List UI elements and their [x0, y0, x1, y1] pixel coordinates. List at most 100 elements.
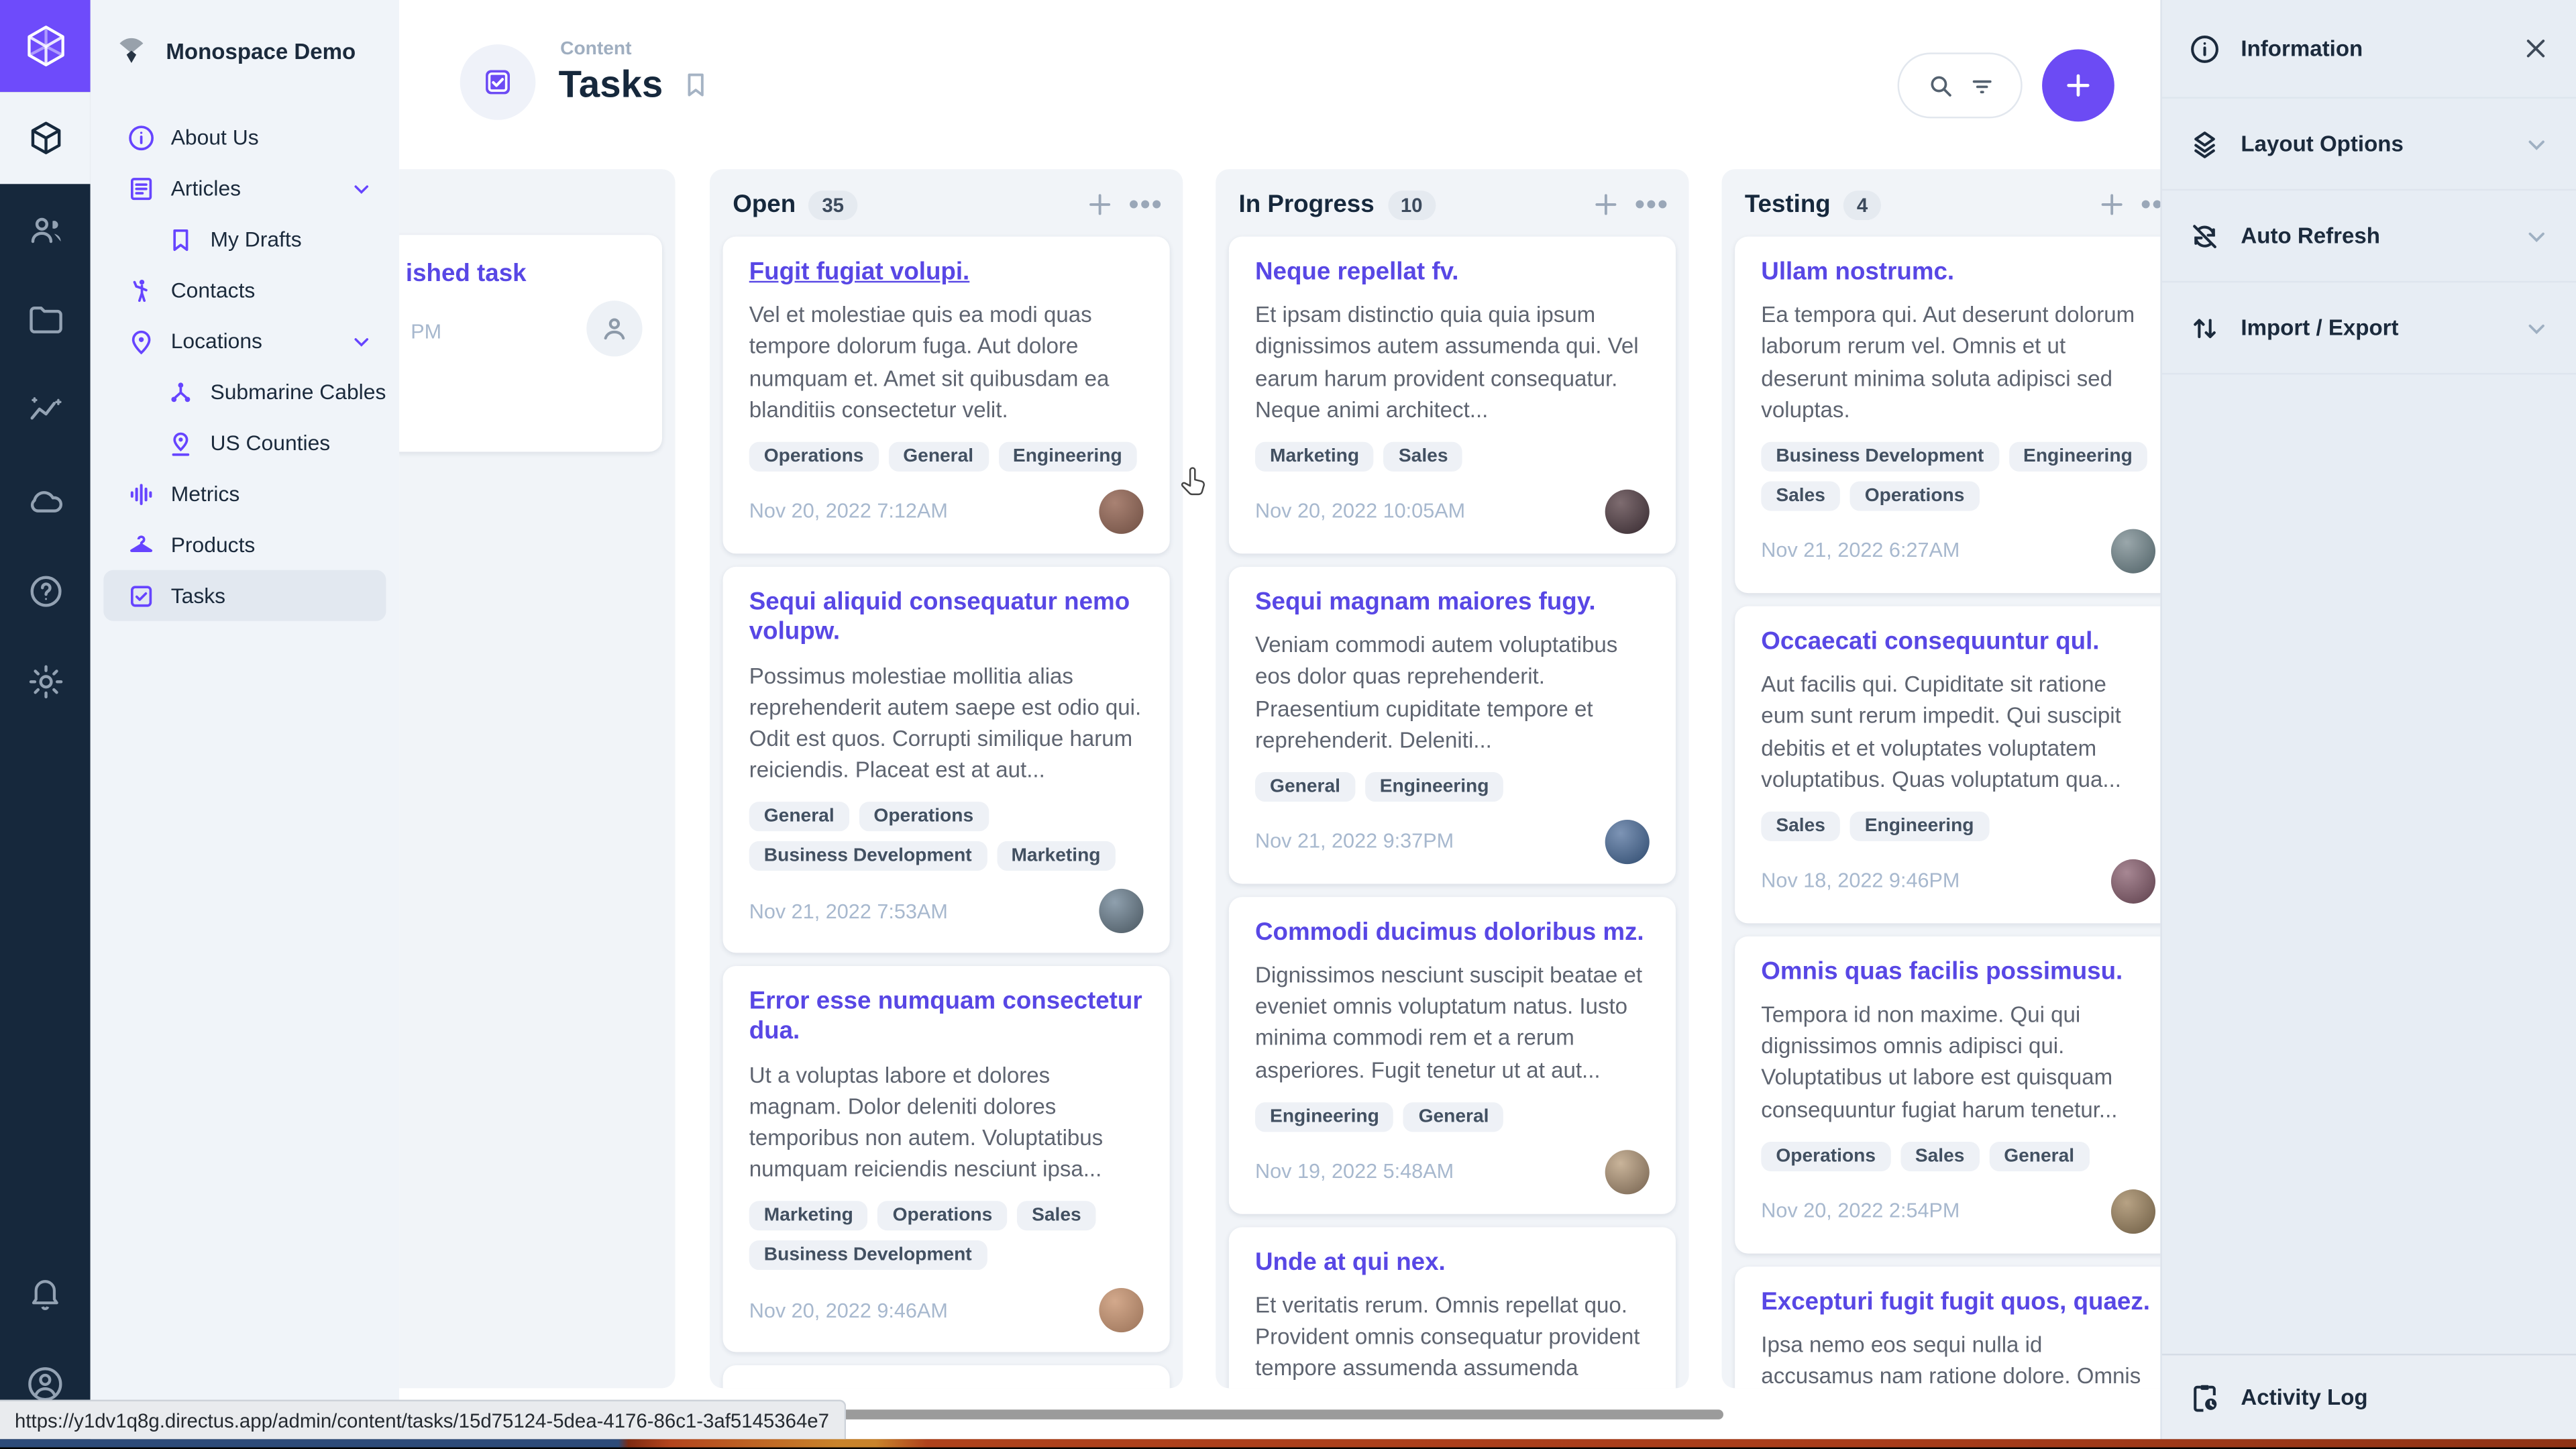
chevron-down-icon[interactable] [350, 329, 373, 352]
module-rail [0, 0, 91, 1439]
column-testing: Testing 4 ••• Ullam nostrumc. Ea tempora… [1722, 169, 2161, 1388]
sidebar-item-contacts[interactable]: Contacts [103, 264, 386, 315]
app-logo[interactable] [0, 0, 91, 92]
column-add-icon[interactable] [1591, 189, 1622, 221]
bookmark-outline-icon[interactable] [680, 69, 711, 101]
task-description: Possimus molestiae mollitia alias repreh… [749, 659, 1144, 786]
task-card[interactable]: Ullam nostrumc. Ea tempora qui. Aut dese… [1735, 237, 2160, 593]
task-card[interactable]: Excepturi fugit fugit quos, quaez. Ipsa … [1735, 1267, 2160, 1389]
panel-section-import-export[interactable]: Import / Export [2162, 282, 2576, 374]
task-card[interactable]: Sequi aliquid consequatur nemo volupw. P… [723, 567, 1170, 953]
sidebar-item-us-counties[interactable]: US Counties [103, 417, 386, 468]
sidebar-item-articles[interactable]: Articles [103, 162, 386, 213]
column-menu-icon[interactable]: ••• [1129, 197, 1163, 213]
tag-list: GeneralOperationsBusiness DevelopmentMar… [749, 802, 1144, 871]
column-count-badge: 10 [1387, 190, 1436, 219]
module-buttons [0, 184, 91, 726]
tag-list: OperationsSalesGeneral [1761, 1141, 2155, 1171]
files-module-icon[interactable] [0, 274, 91, 365]
chevron-down-icon[interactable] [350, 176, 373, 199]
column-header: Testing 4 ••• [1722, 169, 2161, 233]
workspace-name: Monospace Demo [166, 39, 356, 64]
assignee-avatar[interactable] [1099, 1289, 1143, 1333]
insights-module-icon[interactable] [0, 365, 91, 455]
sidebar-item-metrics[interactable]: Metrics [103, 468, 386, 519]
column-add-icon[interactable] [2096, 189, 2128, 221]
sidebar-item-my-drafts[interactable]: My Drafts [103, 213, 386, 264]
tag: Business Development [1761, 442, 1998, 472]
tag: Operations [859, 802, 988, 831]
assignee-avatar[interactable] [1605, 820, 1650, 864]
task-description: Tempora id non maxime. Qui qui dignissim… [1761, 999, 2155, 1125]
task-title: Fugit fugiat volupi. [749, 258, 1144, 288]
sidebar-item-label: Products [171, 532, 373, 557]
status-url: https://y1dv1q8g.directus.app/admin/cont… [15, 1409, 829, 1432]
column-menu-icon[interactable]: ••• [1635, 197, 1669, 213]
browser-status-bar: https://y1dv1q8g.directus.app/admin/cont… [0, 1400, 845, 1440]
task-card-partial[interactable]: ished task PM [399, 235, 662, 451]
sidebar-item-tasks[interactable]: Tasks [103, 570, 386, 621]
sidebar-item-about-us[interactable]: About Us [103, 112, 386, 163]
collection-icon-button[interactable] [460, 44, 536, 120]
settings-module-icon[interactable] [0, 636, 91, 727]
cloud-module-icon[interactable] [0, 455, 91, 545]
task-date: Nov 21, 2022 7:53AM [749, 900, 948, 922]
search-filter-pill[interactable] [1898, 52, 2023, 118]
task-card[interactable]: Neque repellat fv. Et ipsam distinctio q… [1229, 237, 1676, 553]
filter-icon[interactable] [1968, 72, 1996, 100]
sidebar-item-products[interactable]: Products [103, 519, 386, 570]
tag-list: EngineeringGeneral [1255, 1102, 1650, 1132]
import-export-icon [2188, 311, 2221, 344]
workspace-header[interactable]: Monospace Demo [91, 0, 399, 102]
assignee-avatar[interactable] [1605, 490, 1650, 534]
hanger-icon [127, 530, 156, 559]
task-date: Nov 20, 2022 7:12AM [749, 500, 948, 523]
equalizer-icon [127, 479, 156, 508]
task-card[interactable]: Omnis quas facilis possimusu. Tempora id… [1735, 936, 2160, 1253]
assignee-avatar[interactable] [1099, 490, 1143, 534]
help-module-icon[interactable] [0, 545, 91, 636]
content-module-icon [25, 118, 65, 158]
panel-section-auto-refresh[interactable]: Auto Refresh [2162, 191, 2576, 282]
task-card[interactable]: Occaecati consequuntur qul. Aut facilis … [1735, 606, 2160, 922]
task-title: Neque repellat fv. [1255, 258, 1650, 288]
assignee-avatar[interactable] [2111, 529, 2155, 573]
panel-section-layout-options[interactable]: Layout Options [2162, 99, 2576, 191]
task-title: Blanditiis quos vitae cot. [749, 1387, 1144, 1389]
sidebar-item-locations[interactable]: Locations [103, 315, 386, 366]
chevron-down-icon [2524, 131, 2550, 157]
task-card[interactable]: Blanditiis quos vitae cot. Rerum enim te… [723, 1366, 1170, 1388]
assignee-avatar[interactable] [2111, 1189, 2155, 1233]
collection-nav: About Us Articles My Drafts Contacts Loc… [91, 102, 399, 631]
close-icon[interactable] [2522, 34, 2550, 62]
module-content-active[interactable] [0, 92, 91, 184]
column-menu-icon[interactable]: ••• [2141, 197, 2160, 213]
assignee-avatar[interactable] [1099, 889, 1143, 933]
task-card[interactable]: Fugit fugiat volupi. Vel et molestiae qu… [723, 237, 1170, 553]
header-actions [1898, 49, 2114, 121]
task-card[interactable]: Error esse numquam consectetur dua. Ut a… [723, 966, 1170, 1352]
add-task-button[interactable] [2042, 49, 2114, 121]
task-title: Unde at qui nex. [1255, 1248, 1650, 1279]
assignee-avatar[interactable] [2111, 859, 2155, 903]
task-date: Nov 20, 2022 10:05AM [1255, 500, 1465, 523]
column-add-icon[interactable] [1085, 189, 1116, 221]
assignee-avatar[interactable] [1605, 1150, 1650, 1194]
tag: General [1404, 1102, 1504, 1132]
notifications-bell-icon[interactable] [0, 1248, 91, 1339]
horizontal-scrollbar[interactable] [815, 1409, 1723, 1419]
tag: General [749, 802, 849, 831]
task-card[interactable]: Unde at qui nex. Et veritatis rerum. Omn… [1229, 1227, 1676, 1389]
panel-section-information[interactable]: Information [2162, 0, 2576, 99]
task-description: Ut a voluptas labore et dolores magnam. … [749, 1059, 1144, 1185]
task-card[interactable]: Commodi ducimus doloribus mz. Dignissimo… [1229, 897, 1676, 1214]
search-icon[interactable] [1925, 70, 1954, 100]
column-partial: ished task PM [399, 169, 675, 1388]
tag: Marketing [1255, 442, 1374, 472]
sidebar-item-submarine-cables[interactable]: Submarine Cables [103, 366, 386, 417]
tag: Marketing [996, 841, 1115, 871]
task-card[interactable]: Sequi magnam maiores fugy. Veniam commod… [1229, 567, 1676, 883]
users-module-icon[interactable] [0, 184, 91, 274]
sidebar-item-label: Tasks [171, 583, 373, 608]
activity-log-button[interactable]: Activity Log [2162, 1354, 2576, 1439]
